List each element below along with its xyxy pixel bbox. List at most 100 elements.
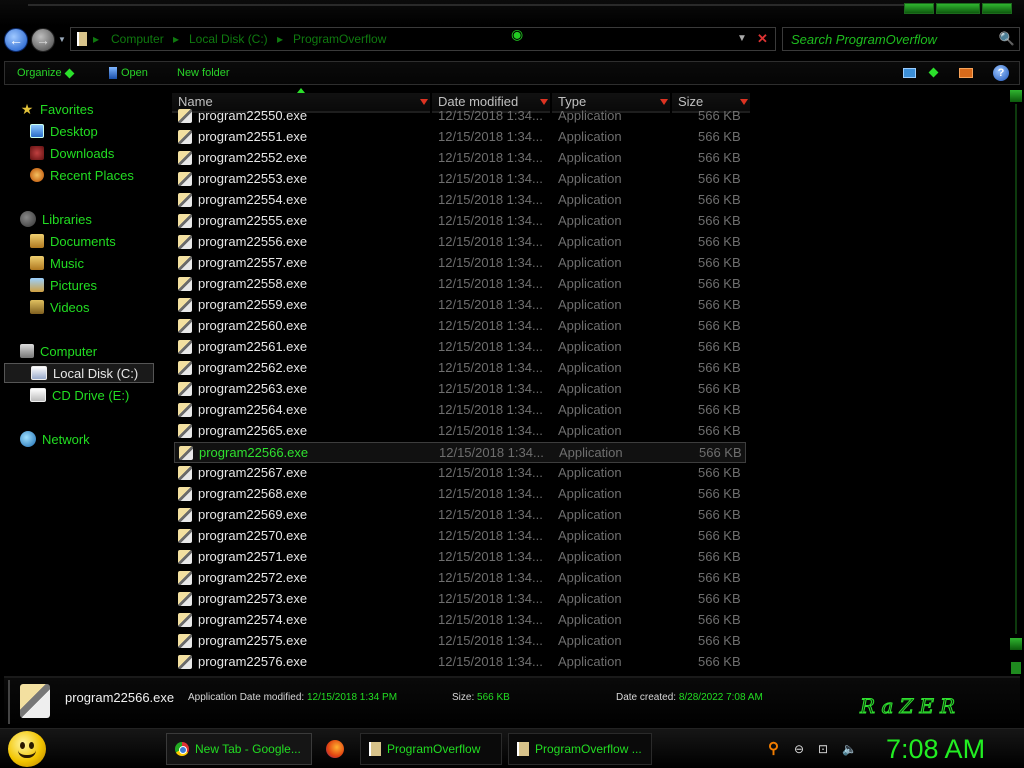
pictures-icon bbox=[30, 278, 44, 292]
table-row[interactable]: program22573.exe 12/15/2018 1:34... Applic… bbox=[174, 589, 746, 610]
details-date-created-value: 8/28/2022 7:08 AM bbox=[678, 692, 763, 703]
table-row[interactable]: program22555.exe 12/15/2018 1:34... Applic… bbox=[174, 211, 746, 232]
application-file-icon bbox=[178, 424, 192, 438]
table-row[interactable]: program22567.exe 12/15/2018 1:34... Applic… bbox=[174, 463, 746, 484]
date-modified-cell: 12/15/2018 1:34... bbox=[438, 213, 543, 228]
breadcrumb-computer[interactable]: Computer bbox=[111, 32, 164, 46]
table-row[interactable]: program22565.exe 12/15/2018 1:34... Applic… bbox=[174, 421, 746, 442]
view-options-icon[interactable] bbox=[928, 67, 939, 78]
table-row[interactable]: program22550.exe 12/15/2018 1:34... Applic… bbox=[174, 106, 746, 127]
table-row[interactable]: program22569.exe 12/15/2018 1:34... Applic… bbox=[174, 505, 746, 526]
breadcrumb-programoverflow[interactable]: ProgramOverflow bbox=[293, 32, 386, 46]
table-row[interactable]: program22571.exe 12/15/2018 1:34... Applic… bbox=[174, 547, 746, 568]
table-row[interactable]: program22572.exe 12/15/2018 1:34... Applic… bbox=[174, 568, 746, 589]
application-file-icon bbox=[178, 235, 192, 249]
table-row[interactable]: program22560.exe 12/15/2018 1:34... Applic… bbox=[174, 316, 746, 337]
chevron-down-icon[interactable] bbox=[660, 99, 668, 105]
close-button[interactable] bbox=[982, 3, 1012, 14]
preview-pane-icon[interactable] bbox=[959, 68, 973, 78]
sidebar-item-desktop[interactable]: Desktop bbox=[30, 121, 98, 141]
title-bar bbox=[0, 0, 1024, 26]
back-button[interactable]: ← bbox=[4, 28, 28, 52]
table-row[interactable]: program22576.exe 12/15/2018 1:34... Applic… bbox=[174, 652, 746, 673]
refresh-icon[interactable]: ✕ bbox=[757, 31, 768, 47]
table-row[interactable]: program22557.exe 12/15/2018 1:34... Applic… bbox=[174, 253, 746, 274]
sidebar-item-downloads[interactable]: Downloads bbox=[30, 143, 114, 163]
table-row[interactable]: program22552.exe 12/15/2018 1:34... Applic… bbox=[174, 148, 746, 169]
table-row[interactable]: program22551.exe 12/15/2018 1:34... Applic… bbox=[174, 127, 746, 148]
sidebar-item-music[interactable]: Music bbox=[30, 253, 84, 273]
sidebar-item-label: Documents bbox=[50, 233, 116, 249]
size-cell: 566 KB bbox=[698, 528, 741, 543]
file-name-cell: program22553.exe bbox=[198, 171, 308, 186]
forward-button[interactable]: → bbox=[31, 28, 55, 52]
scroll-down-button[interactable] bbox=[1010, 638, 1022, 650]
maximize-button[interactable] bbox=[936, 3, 980, 14]
sidebar-item-libraries[interactable]: Libraries bbox=[20, 209, 92, 229]
type-cell: Application bbox=[558, 297, 622, 312]
scroll-track[interactable] bbox=[1015, 104, 1017, 634]
taskbar-item-programoverflow[interactable]: ProgramOverflow bbox=[360, 733, 502, 765]
table-row[interactable]: program22558.exe 12/15/2018 1:34... Applic… bbox=[174, 274, 746, 295]
search-icon[interactable]: 🔍 bbox=[999, 31, 1015, 47]
table-row[interactable]: program22553.exe 12/15/2018 1:34... Applic… bbox=[174, 169, 746, 190]
vertical-scrollbar[interactable] bbox=[1010, 90, 1022, 674]
date-modified-cell: 12/15/2018 1:34... bbox=[439, 445, 544, 460]
sidebar-item-local-disk[interactable]: Local Disk (C:) bbox=[4, 363, 154, 383]
minimize-button[interactable] bbox=[904, 3, 934, 14]
taskbar-item-programoverflow-2[interactable]: ProgramOverflow ... bbox=[508, 733, 652, 765]
table-row[interactable]: program22563.exe 12/15/2018 1:34... Applic… bbox=[174, 379, 746, 400]
scroll-up-button[interactable] bbox=[1010, 90, 1022, 102]
application-file-icon bbox=[178, 193, 192, 207]
table-row[interactable]: program22562.exe 12/15/2018 1:34... Applic… bbox=[174, 358, 746, 379]
sidebar-item-label: Downloads bbox=[50, 145, 115, 161]
search-tray-icon[interactable]: ⚲ bbox=[768, 739, 779, 757]
table-row[interactable]: program22575.exe 12/15/2018 1:34... Applic… bbox=[174, 631, 746, 652]
table-row[interactable]: program22568.exe 12/15/2018 1:34... Applic… bbox=[174, 484, 746, 505]
action-center-icon[interactable]: ⊖ bbox=[794, 742, 804, 756]
table-row[interactable]: program22556.exe 12/15/2018 1:34... Applic… bbox=[174, 232, 746, 253]
chevron-down-icon[interactable] bbox=[420, 99, 428, 105]
table-row-selected[interactable]: program22566.exe 12/15/2018 1:34... Applic… bbox=[174, 442, 746, 463]
organize-button[interactable]: Organize bbox=[17, 67, 75, 79]
start-button[interactable] bbox=[8, 731, 46, 767]
sidebar-item-network[interactable]: Network bbox=[20, 429, 90, 449]
breadcrumb-local-disk[interactable]: Local Disk (C:) bbox=[189, 32, 268, 46]
taskbar-item-chrome[interactable]: New Tab - Google... bbox=[166, 733, 312, 765]
clock[interactable]: 7:08 AM bbox=[886, 734, 985, 765]
help-icon[interactable]: ? bbox=[993, 65, 1009, 81]
open-button[interactable]: Open bbox=[109, 67, 148, 79]
address-dropdown-icon[interactable]: ▼ bbox=[737, 33, 747, 44]
firefox-icon[interactable] bbox=[326, 740, 344, 758]
chevron-down-icon[interactable] bbox=[540, 99, 548, 105]
scroll-thumb[interactable] bbox=[1011, 662, 1021, 674]
sidebar-item-favorites[interactable]: ★ Favorites bbox=[20, 99, 94, 119]
sidebar-item-computer[interactable]: Computer bbox=[20, 341, 97, 361]
search-input[interactable]: Search ProgramOverflow 🔍 bbox=[782, 27, 1020, 51]
table-row[interactable]: program22554.exe 12/15/2018 1:34... Applic… bbox=[174, 190, 746, 211]
volume-icon[interactable]: 🔈 bbox=[842, 742, 857, 756]
address-bar[interactable]: ▸ Computer ▸ Local Disk (C:) ▸ ProgramOv… bbox=[70, 27, 776, 51]
details-date-created: Date created: 8/28/2022 7:08 AM bbox=[616, 692, 763, 703]
chevron-down-icon[interactable] bbox=[740, 99, 748, 105]
change-view-icon[interactable] bbox=[903, 68, 916, 78]
type-cell: Application bbox=[558, 549, 622, 564]
sidebar-item-pictures[interactable]: Pictures bbox=[30, 275, 97, 295]
network-tray-icon[interactable]: ⊡ bbox=[818, 742, 828, 756]
table-row[interactable]: program22574.exe 12/15/2018 1:34... Applic… bbox=[174, 610, 746, 631]
application-file-icon bbox=[178, 319, 192, 333]
table-row[interactable]: program22561.exe 12/15/2018 1:34... Applic… bbox=[174, 337, 746, 358]
sidebar-item-documents[interactable]: Documents bbox=[30, 231, 116, 251]
sidebar-item-recent-places[interactable]: Recent Places bbox=[30, 165, 134, 185]
razer-snake-icon: ◉ bbox=[511, 26, 524, 42]
table-row[interactable]: program22564.exe 12/15/2018 1:34... Applic… bbox=[174, 400, 746, 421]
sidebar-item-videos[interactable]: Videos bbox=[30, 297, 90, 317]
application-file-icon bbox=[178, 655, 192, 669]
table-row[interactable]: program22570.exe 12/15/2018 1:34... Applic… bbox=[174, 526, 746, 547]
razer-logo: RaZER bbox=[860, 694, 961, 719]
table-row[interactable]: program22559.exe 12/15/2018 1:34... Applic… bbox=[174, 295, 746, 316]
recent-pages-dropdown[interactable]: ▼ bbox=[58, 35, 66, 44]
size-cell: 566 KB bbox=[698, 297, 741, 312]
new-folder-button[interactable]: New folder bbox=[177, 67, 230, 79]
sidebar-item-cd-drive[interactable]: CD Drive (E:) bbox=[30, 385, 129, 405]
